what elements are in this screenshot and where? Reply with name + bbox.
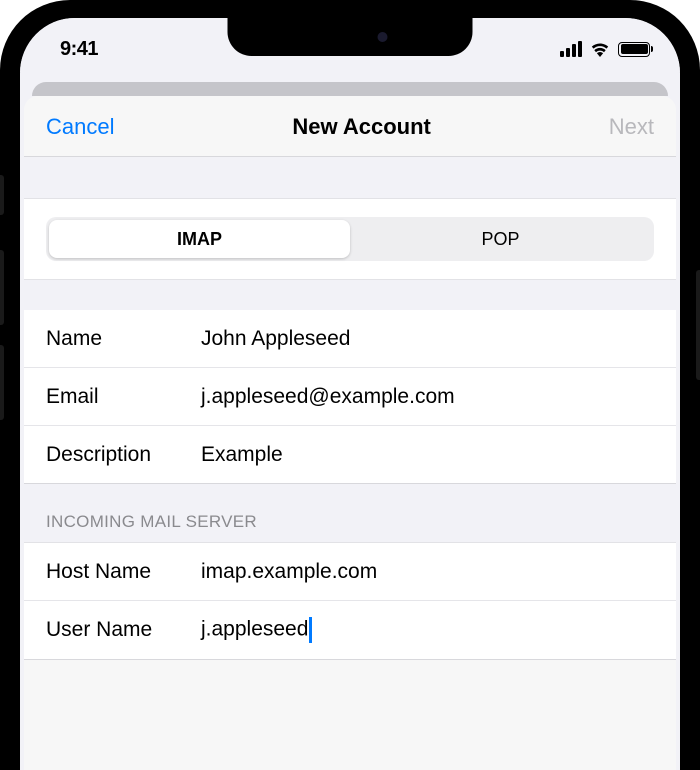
incoming-server-section: Host Name imap.example.com User Name j.a… [24, 543, 676, 660]
name-label: Name [46, 327, 201, 351]
screen: 9:41 Cancel New Account Next [20, 18, 680, 770]
description-field[interactable]: Example [201, 443, 654, 467]
cancel-button[interactable]: Cancel [46, 114, 114, 140]
battery-icon [618, 42, 650, 57]
section-spacer [24, 157, 676, 199]
volume-down-button [0, 345, 4, 420]
wifi-icon [589, 41, 611, 57]
protocol-segmented-control: IMAP POP [46, 217, 654, 261]
status-icons [560, 41, 650, 57]
name-field[interactable]: John Appleseed [201, 327, 654, 351]
username-label: User Name [46, 618, 201, 642]
incoming-server-header: INCOMING MAIL SERVER [24, 484, 676, 543]
section-spacer [24, 280, 676, 310]
hostname-label: Host Name [46, 560, 201, 584]
username-row[interactable]: User Name j.appleseed [24, 601, 676, 660]
description-label: Description [46, 443, 201, 467]
segment-pop[interactable]: POP [350, 220, 651, 258]
email-field[interactable]: j.appleseed@example.com [201, 385, 654, 409]
description-row[interactable]: Description Example [24, 426, 676, 484]
front-camera [378, 32, 388, 42]
hostname-field[interactable]: imap.example.com [201, 560, 654, 584]
email-row[interactable]: Email j.appleseed@example.com [24, 368, 676, 426]
modal-sheet: Cancel New Account Next IMAP POP Name Jo… [24, 96, 676, 770]
notch [228, 18, 473, 56]
phone-frame: 9:41 Cancel New Account Next [0, 0, 700, 770]
segment-imap[interactable]: IMAP [49, 220, 350, 258]
protocol-selector-row: IMAP POP [24, 199, 676, 280]
volume-up-button [0, 250, 4, 325]
username-field[interactable]: j.appleseed [201, 617, 654, 643]
power-button [696, 270, 700, 380]
name-row[interactable]: Name John Appleseed [24, 310, 676, 368]
background-sheet [32, 82, 668, 96]
hostname-row[interactable]: Host Name imap.example.com [24, 543, 676, 601]
cellular-signal-icon [560, 41, 582, 57]
page-title: New Account [292, 114, 431, 140]
mute-switch [0, 175, 4, 215]
account-info-section: Name John Appleseed Email j.appleseed@ex… [24, 310, 676, 484]
status-time: 9:41 [60, 38, 98, 61]
navigation-bar: Cancel New Account Next [24, 96, 676, 157]
email-label: Email [46, 385, 201, 409]
next-button[interactable]: Next [609, 114, 654, 140]
